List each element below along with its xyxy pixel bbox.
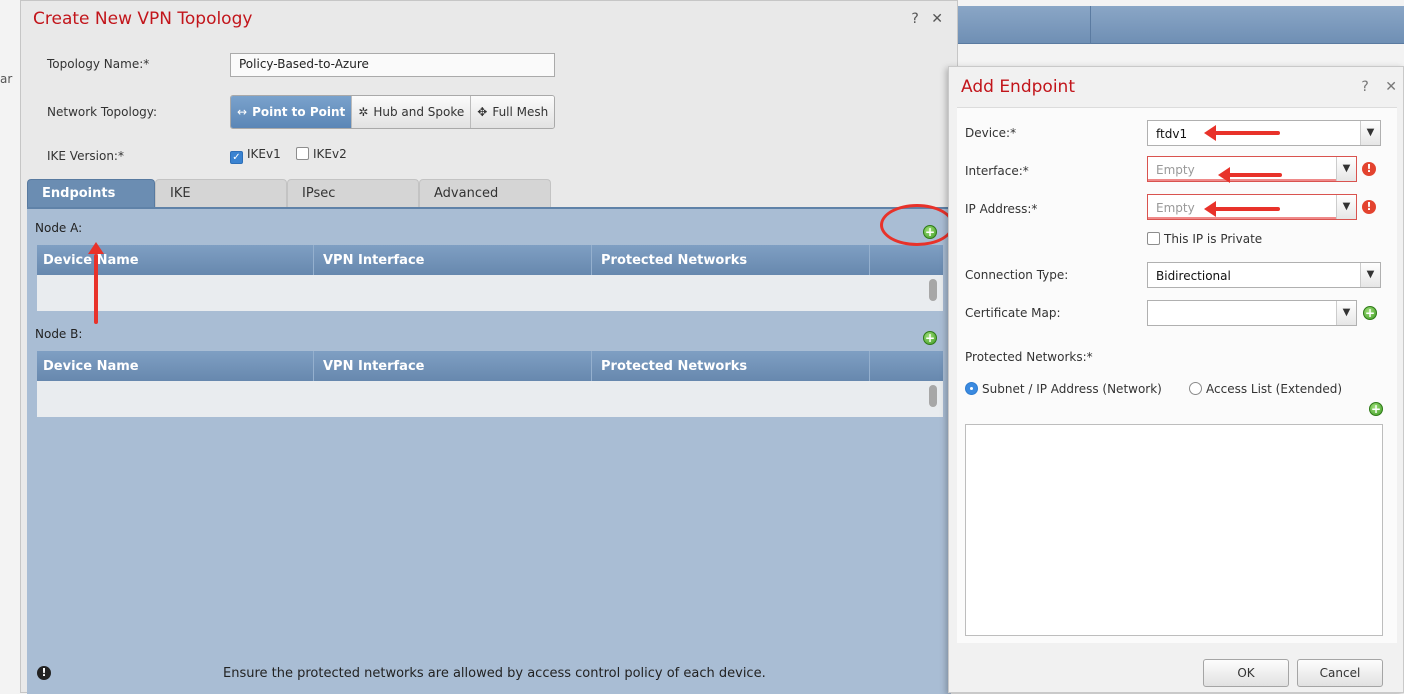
tab-ike[interactable]: IKE bbox=[155, 179, 287, 207]
private-ip-check-icon bbox=[1147, 232, 1160, 245]
column-vpn-interface[interactable]: VPN Interface bbox=[323, 253, 424, 268]
endpoints-panel: Node A: + Device Name VPN Interface Prot… bbox=[27, 207, 951, 694]
chevron-down-icon: ▼ bbox=[1336, 301, 1356, 325]
dialog-header: Create New VPN Topology ? ✕ bbox=[21, 1, 957, 33]
interface-value: Empty bbox=[1156, 163, 1195, 177]
ip-address-label: IP Address:* bbox=[965, 202, 1038, 216]
node-a-label: Node A: bbox=[35, 221, 83, 235]
connection-type-label: Connection Type: bbox=[965, 268, 1069, 282]
subnet-radio-label: Subnet / IP Address (Network) bbox=[982, 382, 1162, 396]
node-b-table: Device Name VPN Interface Protected Netw… bbox=[37, 351, 943, 417]
tab-advanced[interactable]: Advanced bbox=[419, 179, 551, 207]
protected-networks-label: Protected Networks:* bbox=[965, 350, 1093, 364]
network-topology-selector: ↔ Point to Point ✲ Hub and Spoke ✥ Full … bbox=[230, 95, 556, 129]
info-icon: ! bbox=[37, 666, 51, 680]
ike-version-label: IKE Version:* bbox=[47, 149, 124, 163]
full-mesh-button[interactable]: ✥ Full Mesh bbox=[471, 96, 555, 128]
background-fragment-text: ar bbox=[0, 72, 13, 86]
node-a-table-header: Device Name VPN Interface Protected Netw… bbox=[37, 245, 943, 275]
dialog-help-close-controls[interactable]: ? ✕ bbox=[911, 11, 947, 27]
annotation-arrow-device bbox=[1204, 125, 1280, 141]
error-icon: ! bbox=[1362, 162, 1376, 176]
ikev1-label: IKEv1 bbox=[247, 147, 281, 161]
connection-type-value: Bidirectional bbox=[1156, 269, 1231, 283]
topology-name-input[interactable]: Policy-Based-to-Azure bbox=[230, 53, 555, 77]
node-b-table-header: Device Name VPN Interface Protected Netw… bbox=[37, 351, 943, 381]
add-endpoint-form: Device:* ftdv1 ▼ Interface:* Empty ▼ ! I… bbox=[957, 107, 1397, 643]
column-vpn-interface[interactable]: VPN Interface bbox=[323, 359, 424, 374]
add-node-b-plus-icon[interactable]: + bbox=[923, 331, 937, 345]
add-protected-network-plus-icon[interactable]: + bbox=[1369, 402, 1383, 416]
network-topology-label: Network Topology: bbox=[47, 105, 158, 119]
chevron-down-icon: ▼ bbox=[1336, 157, 1356, 181]
ip-address-value: Empty bbox=[1156, 201, 1195, 215]
point-to-point-icon: ↔ bbox=[237, 105, 248, 119]
node-b-table-body bbox=[37, 381, 943, 417]
background-header-divider bbox=[1090, 6, 1091, 44]
add-certificate-map-plus-icon[interactable]: + bbox=[1363, 306, 1377, 320]
annotation-arrow-interface bbox=[1218, 167, 1282, 183]
point-to-point-button[interactable]: ↔ Point to Point bbox=[231, 96, 353, 128]
footer-note: ! Ensure the protected networks are allo… bbox=[27, 654, 951, 694]
hub-and-spoke-icon: ✲ bbox=[358, 105, 369, 119]
annotation-arrow-ip bbox=[1204, 201, 1280, 217]
annotation-circle bbox=[880, 204, 954, 246]
ikev1-check-icon: ✓ bbox=[230, 151, 243, 164]
column-protected-networks[interactable]: Protected Networks bbox=[601, 253, 747, 268]
add-endpoint-title: Add Endpoint bbox=[961, 77, 1075, 97]
full-mesh-label: Full Mesh bbox=[492, 105, 549, 119]
access-list-radio[interactable]: Access List (Extended) bbox=[1189, 382, 1342, 396]
add-endpoint-help-close-controls[interactable]: ? ✕ bbox=[1361, 79, 1403, 95]
certificate-map-select[interactable]: ▼ bbox=[1147, 300, 1357, 326]
full-mesh-icon: ✥ bbox=[477, 105, 488, 119]
radio-selected-icon bbox=[965, 382, 978, 395]
ikev2-checkbox[interactable]: IKEv2 bbox=[296, 147, 347, 161]
hub-and-spoke-button[interactable]: ✲ Hub and Spoke bbox=[352, 96, 472, 128]
node-a-scrollbar[interactable] bbox=[929, 279, 937, 301]
device-label: Device:* bbox=[965, 126, 1017, 140]
annotation-arrow-up bbox=[88, 242, 104, 324]
device-value: ftdv1 bbox=[1156, 127, 1188, 141]
node-a-table: Device Name VPN Interface Protected Netw… bbox=[37, 245, 943, 311]
connection-type-select[interactable]: Bidirectional ▼ bbox=[1147, 262, 1381, 288]
column-device-name[interactable]: Device Name bbox=[43, 253, 139, 268]
tab-ipsec[interactable]: IPsec bbox=[287, 179, 419, 207]
node-b-scrollbar[interactable] bbox=[929, 385, 937, 407]
ikev2-check-icon bbox=[296, 147, 309, 160]
dialog-title: Create New VPN Topology bbox=[33, 9, 253, 29]
ikev2-label: IKEv2 bbox=[313, 147, 347, 161]
node-a-table-body bbox=[37, 275, 943, 311]
background-header-bar bbox=[958, 6, 1404, 44]
interface-label: Interface:* bbox=[965, 164, 1029, 178]
create-vpn-topology-dialog: Create New VPN Topology ? ✕ Topology Nam… bbox=[20, 0, 958, 694]
chevron-down-icon: ▼ bbox=[1360, 263, 1380, 287]
error-icon: ! bbox=[1362, 200, 1376, 214]
hub-and-spoke-label: Hub and Spoke bbox=[373, 105, 465, 119]
interface-select[interactable]: Empty ▼ bbox=[1147, 156, 1357, 182]
private-ip-label: This IP is Private bbox=[1164, 232, 1263, 246]
add-endpoint-dialog: Add Endpoint ? ✕ Device:* ftdv1 ▼ Interf… bbox=[948, 66, 1404, 693]
subnet-radio[interactable]: Subnet / IP Address (Network) bbox=[965, 382, 1162, 396]
cancel-button[interactable]: Cancel bbox=[1297, 659, 1383, 687]
column-device-name[interactable]: Device Name bbox=[43, 359, 139, 374]
node-b-label: Node B: bbox=[35, 327, 83, 341]
tab-endpoints[interactable]: Endpoints bbox=[27, 179, 155, 207]
chevron-down-icon: ▼ bbox=[1360, 121, 1380, 145]
protected-networks-list[interactable] bbox=[965, 424, 1383, 636]
private-ip-checkbox[interactable]: This IP is Private bbox=[1147, 232, 1262, 246]
chevron-down-icon: ▼ bbox=[1336, 195, 1356, 219]
radio-unselected-icon bbox=[1189, 382, 1202, 395]
column-protected-networks[interactable]: Protected Networks bbox=[601, 359, 747, 374]
ok-button[interactable]: OK bbox=[1203, 659, 1289, 687]
topology-name-label: Topology Name:* bbox=[47, 57, 150, 71]
access-list-radio-label: Access List (Extended) bbox=[1206, 382, 1343, 396]
ikev1-checkbox[interactable]: ✓ IKEv1 bbox=[230, 147, 281, 164]
point-to-point-label: Point to Point bbox=[252, 105, 346, 119]
footer-note-text: Ensure the protected networks are allowe… bbox=[223, 666, 766, 681]
certificate-map-label: Certificate Map: bbox=[965, 306, 1061, 320]
